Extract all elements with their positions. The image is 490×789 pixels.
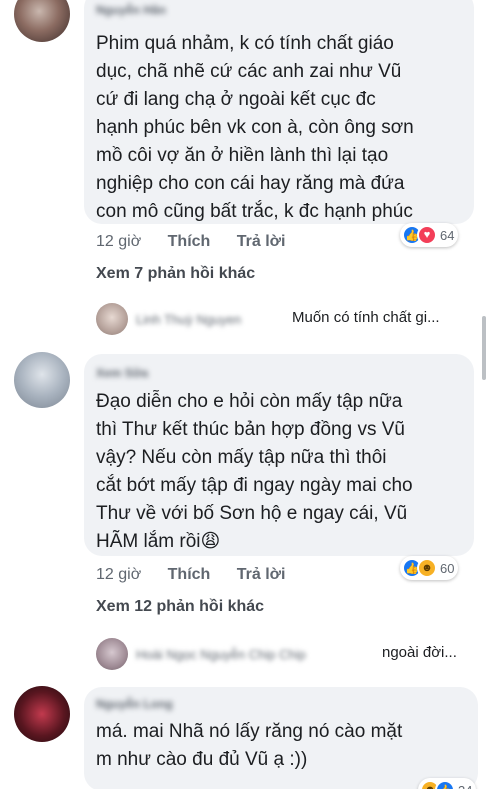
view-more-replies-link[interactable]: Xem 12 phản hồi khác bbox=[96, 598, 264, 616]
reply-preview-text[interactable]: ngoài đời... bbox=[382, 644, 457, 661]
comment-line: cắt bớt mấy tập đi ngay ngày mai cho bbox=[96, 475, 413, 496]
reaction-count: 34 bbox=[458, 783, 472, 789]
comment-line: m như cào đu đủ Vũ ạ :)) bbox=[96, 749, 308, 770]
comment-author-avatar[interactable] bbox=[14, 352, 70, 408]
reply-button[interactable]: Trả lời bbox=[237, 233, 286, 251]
comment-line: con mô cũng bất trắc, k đc hạnh phúc bbox=[96, 201, 413, 222]
comment-timestamp[interactable]: 12 giờ bbox=[96, 566, 141, 584]
view-more-replies-link[interactable]: Xem 7 phản hồi khác bbox=[96, 265, 255, 283]
comment-line: nghiệp cho con cái hay răng mà đứa bbox=[96, 173, 405, 194]
scrollbar[interactable] bbox=[482, 316, 486, 380]
reply-author-avatar[interactable] bbox=[96, 638, 128, 670]
reply-preview-text[interactable]: Muốn có tính chất gi... bbox=[292, 309, 440, 326]
comment-actions: 12 giờ Thích Trả lời bbox=[96, 233, 308, 251]
comment-text: Đạo diễn cho e hỏi còn mấy tập nữa thì T… bbox=[96, 388, 413, 556]
comment-line: Thư về với bố Sơn hộ e ngay cái, Vũ bbox=[96, 503, 408, 524]
reply-author-name[interactable]: Linh Thuỳ Nguyen bbox=[136, 312, 241, 327]
like-button[interactable]: Thích bbox=[168, 233, 211, 251]
comment-line: cứ đi lang chạ ở ngoài kết cục đc bbox=[96, 89, 376, 110]
comment-line: vậy? Nếu còn mấy tập nữa thì thôi bbox=[96, 447, 387, 468]
reaction-count: 64 bbox=[440, 227, 455, 243]
like-icon: 👍 bbox=[435, 780, 455, 789]
comment-author-name[interactable]: Xem Sữa bbox=[96, 366, 148, 380]
comment-line: hạnh phúc bên vk con à, còn ông sơn bbox=[96, 117, 414, 138]
comment-timestamp[interactable]: 12 giờ bbox=[96, 233, 141, 251]
haha-icon: ☻ bbox=[417, 558, 437, 578]
comment-actions: 12 giờ Thích Trả lời bbox=[96, 566, 308, 584]
reaction-summary[interactable]: ☻ 👍 34 bbox=[418, 778, 477, 789]
comment-line: mồ côi vợ ăn ở hiền lành thì lại tạo bbox=[96, 145, 389, 166]
comment-author-name[interactable]: Nguyễn Long bbox=[96, 697, 173, 711]
comment-author-avatar[interactable] bbox=[14, 0, 70, 42]
comment-line: thì Thư kết thúc bản hợp đồng vs Vũ bbox=[96, 419, 405, 440]
comment-line: dục, chã nhẽ cứ các anh zai như Vũ bbox=[96, 61, 402, 82]
comment-line: Phim quá nhảm, k có tính chất giáo bbox=[96, 33, 394, 54]
like-button[interactable]: Thích bbox=[168, 566, 211, 584]
love-icon: ♥ bbox=[417, 225, 437, 245]
comment-author-name[interactable]: Nguyễn Hân bbox=[96, 3, 166, 17]
reply-button[interactable]: Trả lời bbox=[237, 566, 286, 584]
comment-line: Đạo diễn cho e hỏi còn mấy tập nữa bbox=[96, 391, 403, 412]
comment-author-avatar[interactable] bbox=[14, 686, 70, 742]
reply-author-avatar[interactable] bbox=[96, 303, 128, 335]
comment-line: má. mai Nhã nó lấy răng nó cào mặt bbox=[96, 721, 403, 742]
comment-text: má. mai Nhã nó lấy răng nó cào mặt m như… bbox=[96, 718, 402, 774]
reply-author-name[interactable]: Hoài Ngọc Nguyễn Chip Chip bbox=[136, 647, 306, 662]
reaction-count: 60 bbox=[440, 560, 455, 576]
comment-line: HÃM lắm rồi😩 bbox=[96, 531, 221, 552]
comment-text: Phim quá nhảm, k có tính chất giáo dục, … bbox=[96, 30, 414, 226]
reaction-summary[interactable]: 👍 ☻ 60 bbox=[400, 556, 459, 580]
reaction-summary[interactable]: 👍 ♥ 64 bbox=[400, 223, 459, 247]
